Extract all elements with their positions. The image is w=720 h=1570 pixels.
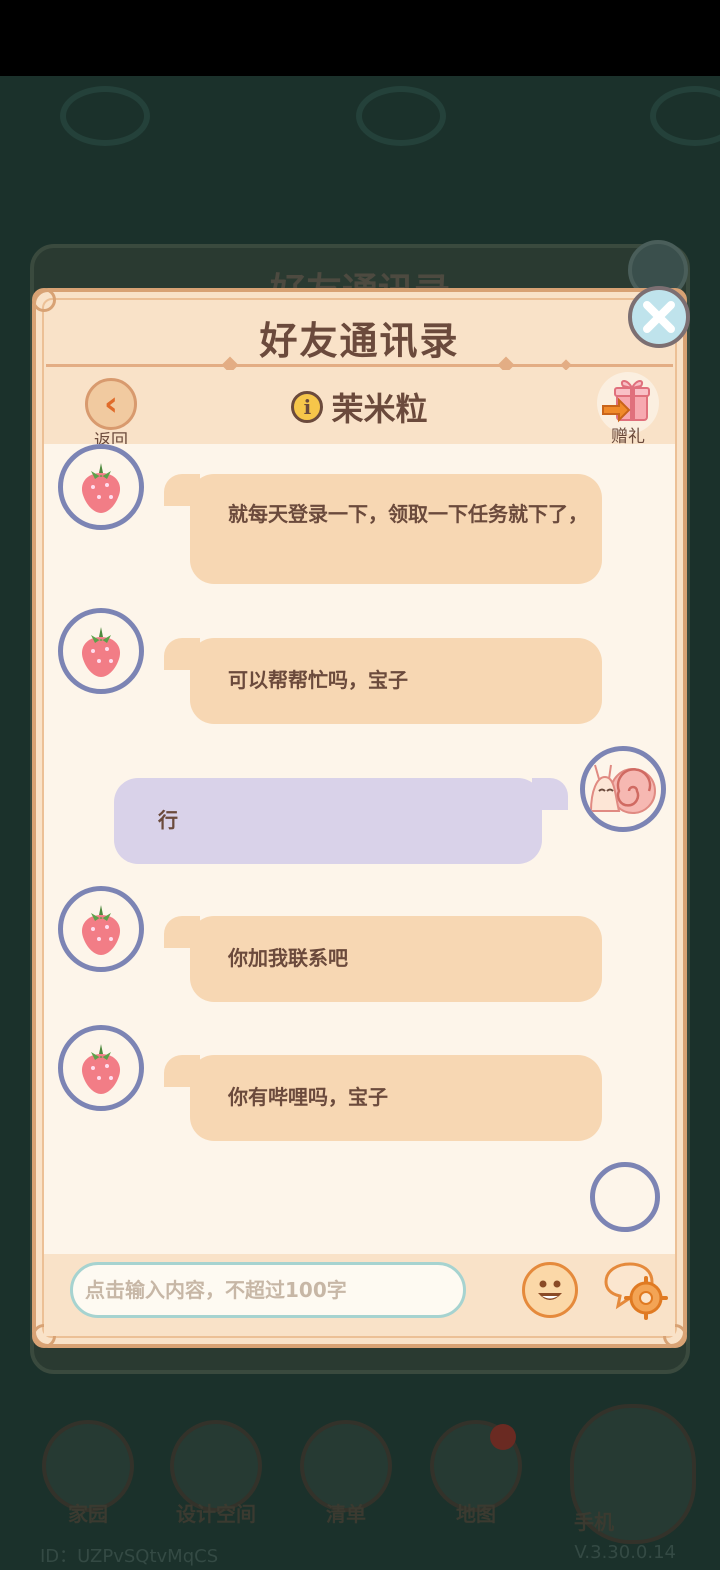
message-bubble[interactable]: 你有哔哩吗，宝子 (190, 1055, 602, 1141)
emoji-button[interactable] (522, 1262, 578, 1318)
version-label: V.3.30.0.14 (574, 1542, 676, 1563)
chat-message: 你加我联系吧 (44, 886, 675, 1026)
notification-dot (490, 1424, 516, 1450)
status-bar (0, 0, 720, 76)
nav-label: 家园 (68, 1502, 108, 1526)
corner-ornament-icon (32, 288, 56, 312)
nav-label: 地图 (456, 1502, 496, 1526)
chat-message: 就每天登录一下，领取一下任务就下了， (44, 444, 675, 594)
nav-item-design[interactable]: 设计空间 (166, 1420, 266, 1527)
smiley-icon (538, 1280, 562, 1300)
strawberry-icon[interactable] (58, 444, 144, 530)
chat-message: 行 (44, 746, 675, 876)
gift-button[interactable]: 赠礼 (593, 372, 663, 447)
contact-header: ‹ 返回 i 茉米粒 赠礼 (44, 370, 675, 451)
title-divider (46, 364, 673, 367)
snail-icon (590, 1162, 660, 1232)
info-icon[interactable]: i (291, 391, 324, 423)
message-bubble[interactable]: 可以帮帮忙吗，宝子 (190, 638, 602, 724)
close-button[interactable] (628, 286, 690, 348)
nav-item-list[interactable]: 清单 (296, 1420, 396, 1527)
message-input[interactable] (70, 1262, 466, 1318)
chat-input-bar (44, 1254, 675, 1336)
contact-title: i 茉米粒 (44, 384, 675, 430)
message-bubble[interactable]: 行 (114, 778, 542, 864)
chat-settings-button[interactable] (600, 1260, 668, 1320)
strawberry-icon[interactable] (58, 886, 144, 972)
chat-message: 你有哔哩吗，宝子 (44, 1025, 675, 1165)
nav-item-home[interactable]: 家园 (38, 1420, 138, 1527)
message-bubble[interactable]: 你加我联系吧 (190, 916, 602, 1002)
nav-item-map[interactable]: 地图 (426, 1420, 526, 1527)
strawberry-icon[interactable] (58, 1025, 144, 1111)
chat-message: 可以帮帮忙吗，宝子 (44, 608, 675, 748)
nav-label: 清单 (326, 1502, 366, 1526)
dialog-title: 好友通讯录 (259, 319, 460, 363)
nav-label: 手机 (574, 1510, 614, 1534)
nav-item-phone[interactable]: 手机 (570, 1404, 696, 1544)
close-icon (643, 301, 675, 333)
user-id: ID：UZPvSQtvMqCS (40, 1546, 219, 1567)
contact-name: 茉米粒 (331, 390, 428, 428)
nav-label: 设计空间 (176, 1502, 256, 1526)
contacts-dialog: 好友通讯录 ‹ 返回 i 茉米粒 赠礼 就每天登录一下，领取一下任务就下了， 可… (32, 288, 687, 1348)
chat-settings-icon (604, 1262, 668, 1320)
chat-message-list[interactable]: 就每天登录一下，领取一下任务就下了， 可以帮帮忙吗，宝子 行 你加我联系吧 你有… (44, 444, 675, 1254)
strawberry-icon[interactable] (58, 608, 144, 694)
snail-icon[interactable] (580, 746, 666, 832)
message-bubble[interactable]: 就每天登录一下，领取一下任务就下了， (190, 474, 602, 584)
